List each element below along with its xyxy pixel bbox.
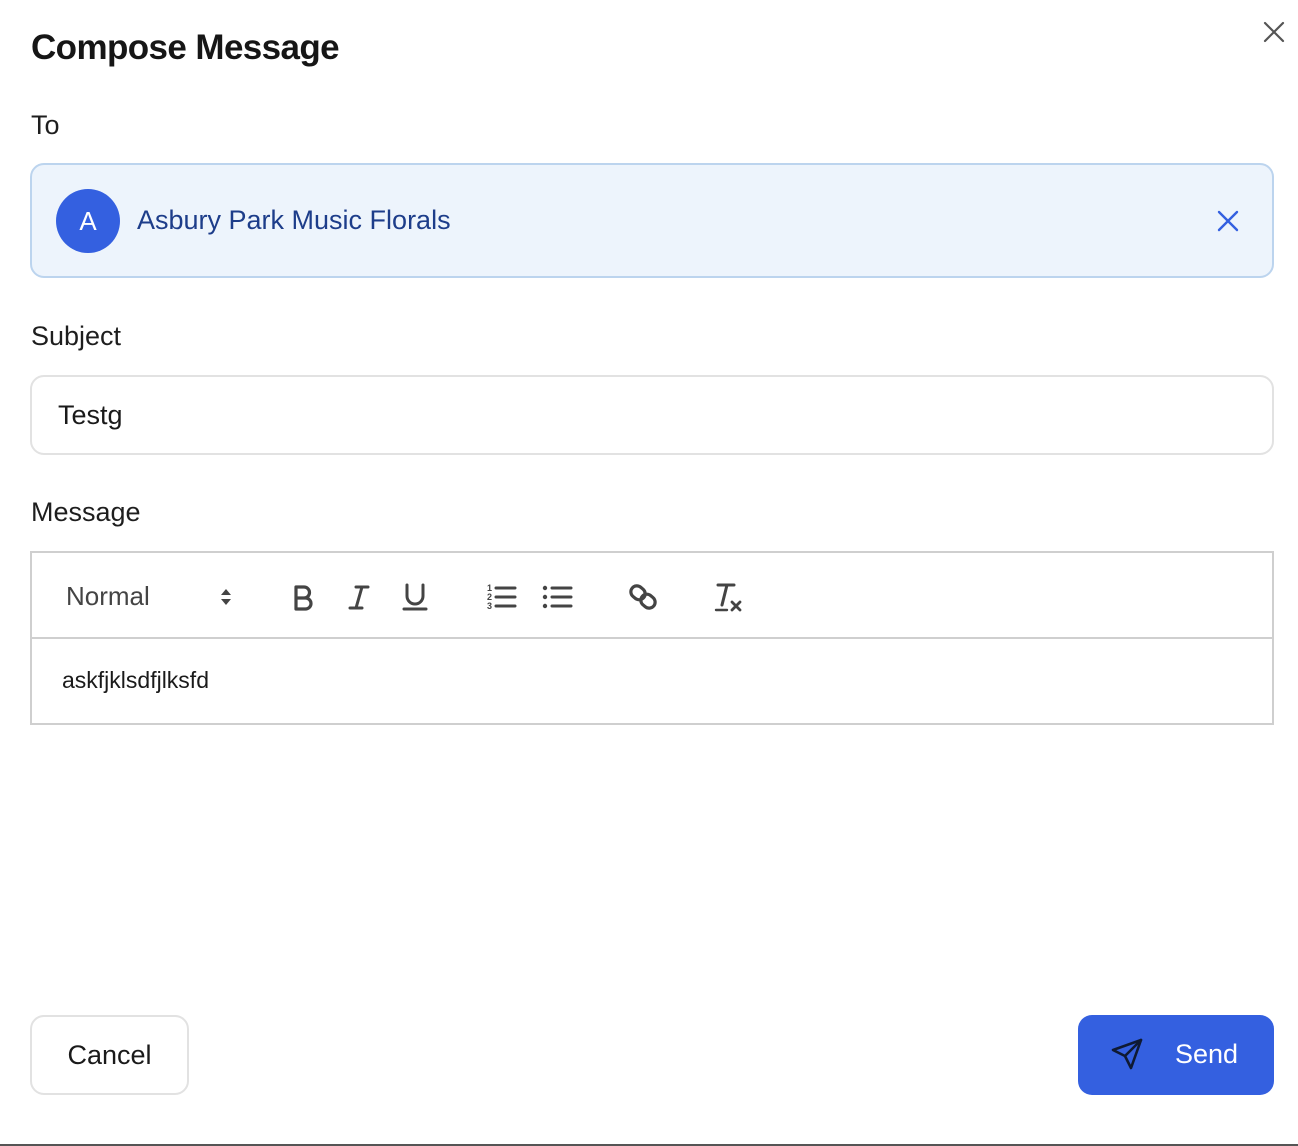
dialog-title: Compose Message [31,28,340,67]
compose-dialog: Compose Message To A Asbury Park Music F… [0,0,1298,1146]
subject-input[interactable] [30,375,1274,455]
close-button[interactable] [1260,18,1288,46]
clear-format-icon [714,583,742,612]
link-button[interactable] [625,579,661,615]
select-arrows-icon [221,589,231,605]
clear-format-button[interactable] [711,579,747,615]
remove-recipient-button[interactable] [1214,207,1242,235]
send-button[interactable]: Send [1078,1015,1274,1095]
text-format-value: Normal [66,581,150,611]
underline-icon [402,583,428,611]
bold-icon [294,585,313,611]
ordered-list-button[interactable]: 1 2 3 [483,579,519,615]
close-icon [1263,21,1285,43]
ordered-list-icon: 1 2 3 [487,583,517,611]
bullet-list-icon [542,585,573,609]
italic-icon [348,585,370,610]
italic-button[interactable] [341,579,377,615]
cancel-button[interactable]: Cancel [30,1015,189,1095]
link-icon [629,584,657,610]
text-format-select[interactable]: Normal [66,579,236,615]
send-label: Send [1175,1039,1239,1069]
svg-text:3: 3 [487,601,492,611]
recipient-name: Asbury Park Music Florals [137,205,451,235]
message-editor: Normal 1 2 3 askfjklsdfjlksfd [30,551,1274,725]
avatar: A [56,189,120,253]
underline-button[interactable] [397,579,433,615]
send-icon [1111,1038,1143,1070]
subject-label: Subject [31,321,122,351]
recipient-chip: A Asbury Park Music Florals [30,163,1274,278]
bold-button[interactable] [285,579,321,615]
message-body[interactable]: askfjklsdfjlksfd [62,667,209,694]
to-label: To [31,110,60,140]
message-label: Message [31,497,141,527]
bullet-list-button[interactable] [539,579,575,615]
editor-toolbar: Normal 1 2 3 [32,553,1272,639]
remove-recipient-icon [1217,210,1239,232]
